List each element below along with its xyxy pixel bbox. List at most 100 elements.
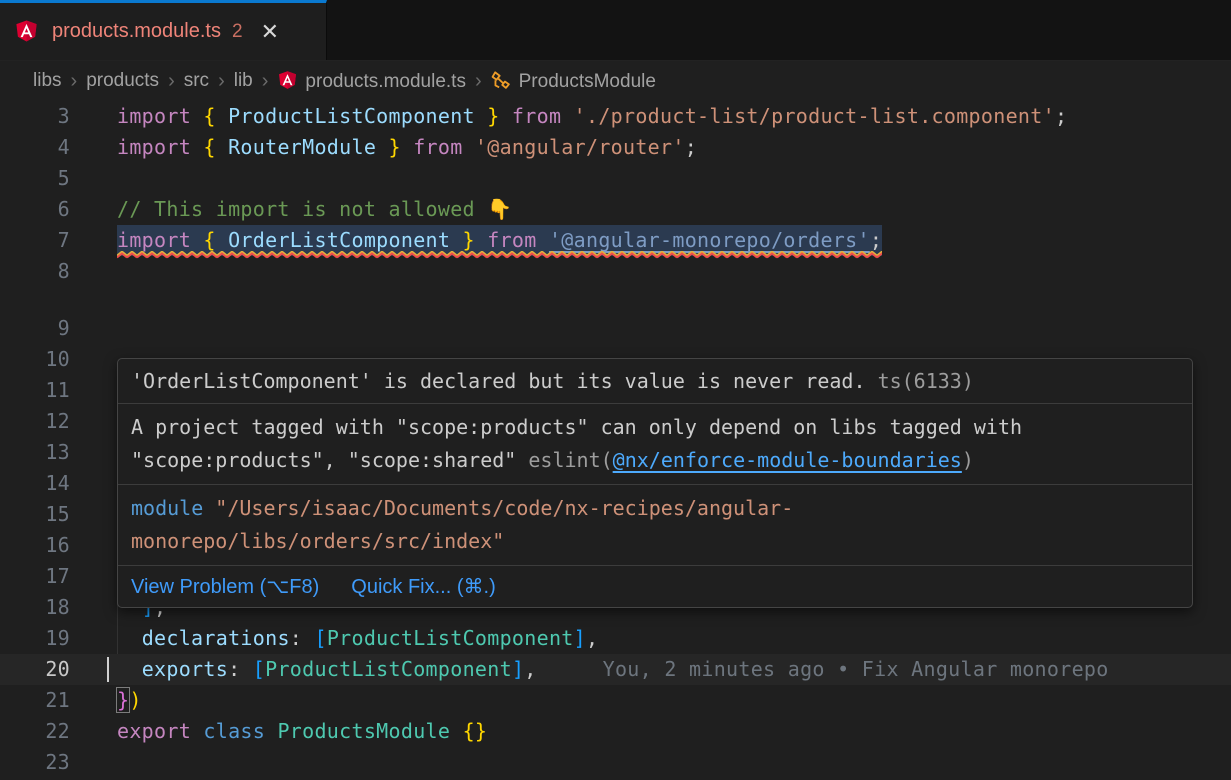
breadcrumb-item-src[interactable]: src (184, 70, 209, 92)
token: RouterModule (228, 135, 376, 159)
angular-icon (14, 19, 39, 44)
error-highlight-range: import { OrderListComponent } from '@ang… (117, 225, 882, 256)
code-editor[interactable]: 3 import { ProductListComponent } from '.… (0, 101, 1231, 778)
token (450, 719, 462, 743)
token: ) (129, 688, 141, 712)
token: './product-list/product-list.component' (574, 104, 1055, 128)
module-path-info: module "/Users/isaac/Documents/code/nx-r… (118, 485, 1192, 566)
text-cursor (107, 657, 109, 682)
tab-bar: products.module.ts 2 ✕ (0, 0, 1231, 61)
token: ProductListComponent (265, 657, 512, 681)
line-number-9[interactable]: 9 (0, 313, 70, 344)
breadcrumb-item-products[interactable]: products (86, 70, 159, 92)
diagnostic-hover-popup: 'OrderListComponent' is declared but its… (117, 358, 1193, 608)
token: ; (1055, 104, 1067, 128)
token: ] (512, 657, 524, 681)
token: ProductListComponent (327, 626, 574, 650)
token: { (203, 104, 228, 128)
chevron-right-icon: › (218, 70, 225, 93)
token: from (475, 228, 549, 252)
line-number-16[interactable]: 16 (0, 530, 70, 561)
token: ; (685, 135, 697, 159)
line-number-23[interactable]: 23 (0, 747, 70, 778)
hover-action-bar: View Problem (⌥F8) Quick Fix... (⌘.) (118, 566, 1192, 607)
chevron-right-icon: › (168, 70, 175, 93)
code-line-6[interactable]: 6 // This import is not allowed 👇 (0, 194, 1231, 225)
tab-products-module[interactable]: products.module.ts 2 ✕ (0, 0, 327, 60)
line-code: export class ProductsModule {} (117, 716, 487, 747)
token: [ (253, 657, 265, 681)
ts-error-code: ts(6133) (878, 369, 974, 393)
token: { (203, 228, 228, 252)
line-number-21[interactable]: 21 (0, 685, 70, 716)
line-number-15[interactable]: 15 (0, 499, 70, 530)
line-code: // This import is not allowed 👇 (117, 194, 512, 225)
hover-push-gap (0, 287, 1231, 313)
code-line-3[interactable]: 3 import { ProductListComponent } from '.… (0, 101, 1231, 132)
angular-icon (277, 70, 298, 91)
code-line-5[interactable]: 5 (0, 163, 1231, 194)
line-number-18[interactable]: 18 (0, 592, 70, 623)
line-number-10[interactable]: 10 (0, 344, 70, 375)
line-number-3[interactable]: 3 (0, 101, 70, 132)
token: exports (142, 657, 228, 681)
line-number-8[interactable]: 8 (0, 256, 70, 287)
line-code: import { OrderListComponent } from '@ang… (117, 225, 882, 256)
token: ; (870, 228, 882, 252)
breadcrumb-item-file[interactable]: products.module.ts (277, 70, 466, 93)
line-number-22[interactable]: 22 (0, 716, 70, 747)
line-number-5[interactable]: 5 (0, 163, 70, 194)
chevron-right-icon: › (71, 70, 78, 93)
code-line-22[interactable]: 22 export class ProductsModule {} (0, 716, 1231, 747)
line-number-7[interactable]: 7 (0, 225, 70, 256)
tab-title: products.module.ts (52, 20, 221, 43)
token: } (376, 135, 401, 159)
line-code: exports: [ProductListComponent],You, 2 m… (117, 654, 1109, 685)
line-number-12[interactable]: 12 (0, 406, 70, 437)
token: from (401, 135, 475, 159)
token: : (290, 626, 315, 650)
token: : (228, 657, 253, 681)
token: } (117, 688, 129, 712)
indent-guide (117, 623, 118, 654)
line-number-19[interactable]: 19 (0, 623, 70, 654)
token: class (203, 719, 277, 743)
token: {} (463, 719, 488, 743)
quick-fix-button[interactable]: Quick Fix... (⌘.) (351, 574, 495, 599)
code-line-20[interactable]: 20 exports: [ProductListComponent],You, … (0, 654, 1231, 685)
code-line-9[interactable]: 9 (0, 313, 1231, 344)
token: // This import is not allowed 👇 (117, 197, 512, 221)
code-line-21[interactable]: 21}) (0, 685, 1231, 716)
token (117, 657, 142, 681)
code-line-4[interactable]: 4import { RouterModule } from '@angular/… (0, 132, 1231, 163)
line-number-13[interactable]: 13 (0, 437, 70, 468)
eslint-rule-link[interactable]: @nx/enforce-module-boundaries (613, 448, 962, 472)
code-line-19[interactable]: 19 declarations: [ProductListComponent], (0, 623, 1231, 654)
tab-problem-count: 2 (232, 21, 243, 43)
line-number-14[interactable]: 14 (0, 468, 70, 499)
class-icon (491, 70, 512, 91)
view-problem-button[interactable]: View Problem (⌥F8) (131, 574, 319, 599)
token: } (475, 104, 500, 128)
line-code: }) (117, 685, 142, 716)
token: import (117, 104, 203, 128)
line-code: import { ProductListComponent } from './… (117, 101, 1067, 132)
line-number-17[interactable]: 17 (0, 561, 70, 592)
code-line-7[interactable]: 7 import { OrderListComponent } from '@an… (0, 225, 1231, 256)
token: export (117, 719, 203, 743)
line-code: declarations: [ProductListComponent], (117, 623, 598, 654)
code-line-23[interactable]: 23 (0, 747, 1231, 778)
line-number-4[interactable]: 4 (0, 132, 70, 163)
breadcrumb-item-libs[interactable]: libs (33, 70, 62, 92)
line-number-6[interactable]: 6 (0, 194, 70, 225)
close-icon[interactable]: ✕ (261, 21, 279, 43)
token: ] (574, 626, 586, 650)
breadcrumb-item-symbol[interactable]: ProductsModule (491, 70, 656, 93)
git-blame-annotation: You, 2 minutes ago • Fix Angular monorep… (603, 657, 1109, 681)
code-line-8[interactable]: 8 (0, 256, 1231, 287)
line-number-11[interactable]: 11 (0, 375, 70, 406)
breadcrumb-item-lib[interactable]: lib (234, 70, 253, 92)
line-number-20[interactable]: 20 (0, 654, 70, 685)
token: OrderListComponent (228, 228, 450, 252)
token: } (450, 228, 475, 252)
